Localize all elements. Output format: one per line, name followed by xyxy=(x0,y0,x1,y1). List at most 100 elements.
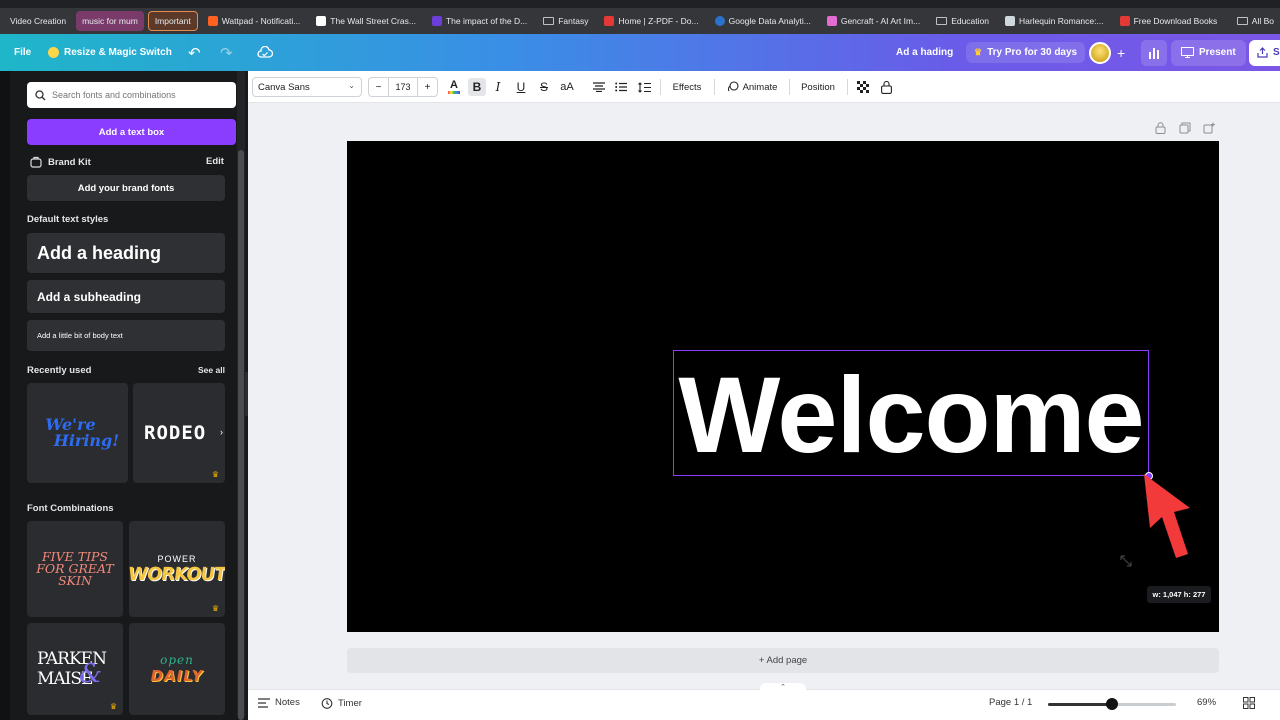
sparkle-icon xyxy=(48,47,59,58)
present-button[interactable]: Present xyxy=(1171,39,1246,66)
bookmark-item[interactable]: Google Data Analyti... xyxy=(709,11,817,31)
bookmark-label: Wattpad - Notificati... xyxy=(221,16,301,26)
list-icon[interactable] xyxy=(613,78,629,96)
letter-case-icon[interactable]: aA xyxy=(558,78,576,96)
add-page-button[interactable]: + Add page xyxy=(347,648,1219,673)
bookmark-item[interactable]: Wattpad - Notificati... xyxy=(202,11,307,31)
increase-font-size-button[interactable]: + xyxy=(417,78,437,96)
default-text-styles-label: Default text styles xyxy=(27,214,109,225)
zoom-slider-knob[interactable] xyxy=(1106,698,1118,710)
page-indicator-text: Page 1 / 1 xyxy=(989,697,1033,708)
file-menu[interactable]: File xyxy=(14,47,31,58)
zoom-level[interactable]: 69% xyxy=(1197,697,1216,708)
add-text-box-button[interactable]: Add a text box xyxy=(27,119,236,145)
book-icon xyxy=(431,16,442,26)
text-color-button[interactable]: A xyxy=(446,78,462,96)
pro-crown-icon: ♛ xyxy=(109,702,117,711)
position-button[interactable]: Position xyxy=(798,78,838,96)
align-center-icon[interactable] xyxy=(591,78,607,96)
notes-label: Notes xyxy=(275,697,300,708)
chevron-right-icon[interactable]: › xyxy=(220,427,223,437)
all-bookmarks-button[interactable]: All Bo xyxy=(1230,11,1280,31)
avatar[interactable] xyxy=(1089,41,1111,64)
animate-button[interactable]: Animate xyxy=(723,78,781,96)
panel-scroll-thumb[interactable] xyxy=(238,150,244,720)
lock-icon[interactable] xyxy=(879,78,893,96)
bookmark-label: music for mum xyxy=(82,16,138,26)
bookmark-item[interactable]: The impact of the D... xyxy=(426,11,533,31)
font-combo-open-daily[interactable]: open DAILY xyxy=(129,623,225,715)
italic-icon[interactable]: I xyxy=(491,78,505,96)
add-brand-fonts-button[interactable]: Add your brand fonts xyxy=(27,175,225,201)
resize-cursor-icon xyxy=(1120,555,1132,567)
add-subheading-button[interactable]: Add a subheading xyxy=(27,280,225,313)
bold-icon[interactable]: B xyxy=(468,78,486,96)
bookmark-label: Harlequin Romance:... xyxy=(1019,16,1104,26)
gencraft-icon xyxy=(826,16,837,26)
recent-font-hiring[interactable]: We're Hiring! xyxy=(27,383,128,483)
bookmark-item[interactable]: Education xyxy=(930,11,995,31)
redo-icon[interactable]: ↷ xyxy=(220,44,233,62)
add-collaborator-icon[interactable]: + xyxy=(1117,45,1125,61)
font-size-input[interactable]: 173 xyxy=(389,78,417,96)
add-body-text-button[interactable]: Add a little bit of body text xyxy=(27,320,225,351)
font-search-input[interactable] xyxy=(52,90,222,100)
bookmark-item[interactable]: Video Creation xyxy=(4,11,72,31)
present-icon xyxy=(1181,47,1194,58)
font-combo-five-tips[interactable]: FIVE TIPS FOR GREAT SKIN xyxy=(27,521,123,617)
animate-label: Animate xyxy=(742,81,778,93)
transparency-icon[interactable] xyxy=(856,78,870,96)
try-pro-label: Try Pro for 30 days xyxy=(987,47,1078,58)
crown-icon: ♛ xyxy=(974,47,983,57)
bookmark-item[interactable]: Home | Z-PDF - Do... xyxy=(598,11,704,31)
spacing-icon[interactable] xyxy=(636,78,652,96)
effects-button[interactable]: Effects xyxy=(669,78,705,96)
decrease-font-size-button[interactable]: − xyxy=(369,78,389,96)
add-page-icon[interactable] xyxy=(1203,122,1215,137)
bookmark-item[interactable]: Fantasy xyxy=(537,11,594,31)
try-pro-button[interactable]: ♛ Try Pro for 30 days xyxy=(966,42,1086,63)
toolbar-divider xyxy=(847,79,848,95)
font-search-field[interactable] xyxy=(27,82,236,108)
design-title[interactable]: Ad a hading xyxy=(896,47,953,58)
timer-icon xyxy=(321,698,333,709)
bookmark-item[interactable]: music for mum xyxy=(76,11,144,31)
font-combo-power-workout[interactable]: POWER WORKOUT ♛ xyxy=(129,521,225,617)
recent-font-rodeo[interactable]: RODEO › ♛ xyxy=(133,383,225,483)
timer-label: Timer xyxy=(338,697,362,709)
notes-button[interactable]: Notes xyxy=(258,697,300,708)
folder-icon xyxy=(543,17,555,25)
selected-text-element[interactable]: Welcome xyxy=(673,350,1149,476)
timer-button[interactable]: Timer xyxy=(321,697,362,709)
duplicate-page-icon[interactable] xyxy=(1179,122,1191,137)
page-lock-icon[interactable] xyxy=(1155,122,1166,137)
h-icon xyxy=(316,16,327,26)
cloud-save-icon[interactable] xyxy=(257,45,273,60)
bookmark-item[interactable]: Harlequin Romance:... xyxy=(999,11,1110,31)
insights-icon[interactable] xyxy=(1141,39,1167,66)
undo-icon[interactable]: ↶ xyxy=(188,44,201,62)
add-heading-button[interactable]: Add a heading xyxy=(27,233,225,273)
resize-magic-switch-button[interactable]: Resize & Magic Switch xyxy=(48,47,172,58)
bookmark-label: Gencraft - AI Art Im... xyxy=(840,16,921,26)
bookmark-label: The Wall Street Cras... xyxy=(330,16,416,26)
welcome-heading-text[interactable]: Welcome xyxy=(678,361,1144,469)
underline-icon[interactable]: U xyxy=(514,78,528,96)
toolbar-divider xyxy=(789,79,790,95)
notes-icon xyxy=(258,697,270,708)
font-combo-parken-maise[interactable]: PARKEN MAISE & ♛ xyxy=(27,623,123,715)
font-family-dropdown[interactable]: Canva Sans ⌄ xyxy=(252,77,362,97)
bookmark-item[interactable]: Important xyxy=(147,11,198,31)
share-button[interactable]: S xyxy=(1249,39,1280,66)
grid-view-icon[interactable] xyxy=(1243,697,1255,709)
brand-kit-edit-link[interactable]: Edit xyxy=(206,156,224,167)
see-all-link[interactable]: See all xyxy=(198,365,225,375)
books-icon xyxy=(1119,16,1130,26)
pro-crown-icon: ♛ xyxy=(211,604,219,613)
strikethrough-icon[interactable]: S xyxy=(537,78,551,96)
page-indicator[interactable]: Page 1 / 1 xyxy=(989,697,1032,708)
bookmark-item[interactable]: The Wall Street Cras... xyxy=(310,11,422,31)
chevron-up-icon[interactable]: ⌃ xyxy=(760,683,806,693)
bookmark-item[interactable]: Free Download Books xyxy=(1114,11,1224,31)
bookmark-item[interactable]: Gencraft - AI Art Im... xyxy=(821,11,926,31)
